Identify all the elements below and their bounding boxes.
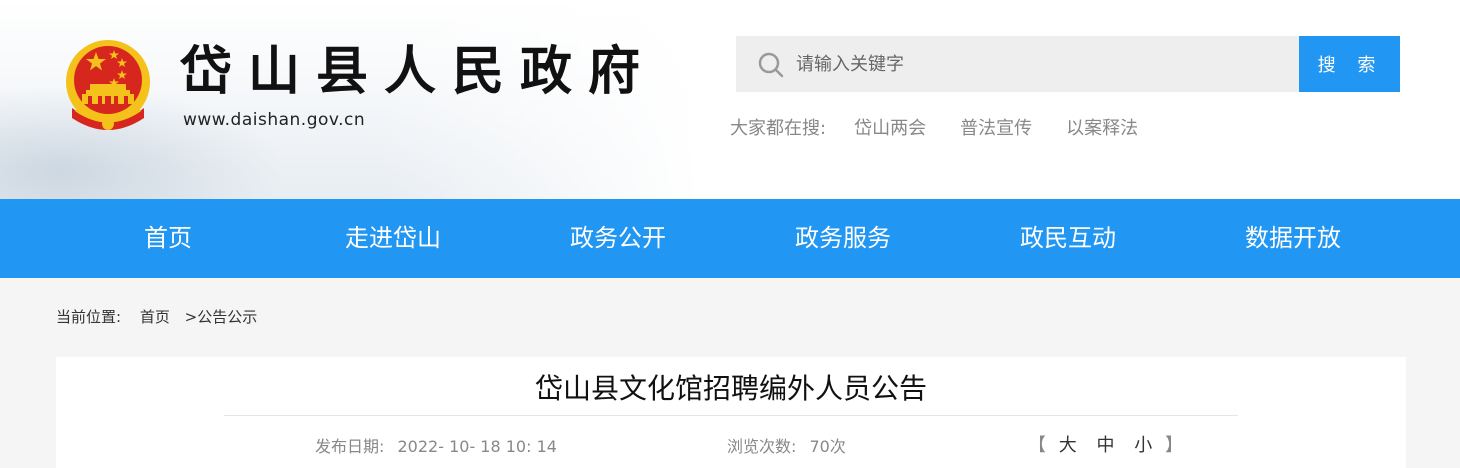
- nav-item-interaction[interactable]: 政民互动: [968, 199, 1168, 278]
- view-count-label: 浏览次数:: [727, 437, 797, 456]
- search-icon: [758, 52, 784, 78]
- breadcrumb-home-link[interactable]: 首页: [140, 308, 170, 326]
- site-title: 岱山县人民政府: [180, 42, 657, 102]
- article-panel: 岱山县文化馆招聘编外人员公告 发布日期: 2022- 10- 18 10: 14…: [56, 357, 1406, 468]
- font-size-small-button[interactable]: 小: [1134, 435, 1152, 456]
- publish-date: 发布日期: 2022- 10- 18 10: 14: [315, 433, 557, 457]
- publish-date-label: 发布日期:: [315, 437, 385, 456]
- hot-searches-label: 大家都在搜:: [730, 118, 827, 139]
- search-input[interactable]: [796, 36, 1286, 92]
- nav-item-about[interactable]: 走进岱山: [293, 199, 493, 278]
- search-button[interactable]: 搜 索: [1299, 36, 1400, 92]
- hot-searches: 大家都在搜: 岱山两会 普法宣传 以案释法: [730, 114, 1172, 140]
- nav-item-gov-services[interactable]: 政务服务: [743, 199, 943, 278]
- breadcrumb: 当前位置: 首页 >公告公示: [56, 306, 271, 327]
- site-url: www.daishan.gov.cn: [183, 110, 366, 130]
- font-size-medium-button[interactable]: 中: [1096, 435, 1114, 456]
- hot-search-link[interactable]: 岱山两会: [854, 114, 926, 140]
- hot-search-link[interactable]: 普法宣传: [960, 114, 1032, 140]
- national-emblem-icon: [66, 40, 150, 130]
- site-header: 岱山县人民政府 www.daishan.gov.cn 搜 索 大家都在搜: 岱山…: [0, 0, 1460, 199]
- font-size-bracket-close: 】: [1164, 435, 1183, 456]
- nav-item-gov-affairs[interactable]: 政务公开: [518, 199, 718, 278]
- font-size-bracket-open: 【: [1028, 435, 1046, 456]
- breadcrumb-current[interactable]: >公告公示: [185, 308, 258, 326]
- font-size-large-button[interactable]: 大: [1059, 435, 1077, 456]
- breadcrumb-label: 当前位置:: [56, 308, 122, 326]
- divider: [224, 415, 1238, 416]
- search-box: [736, 36, 1299, 92]
- nav-item-open-data[interactable]: 数据开放: [1193, 199, 1393, 278]
- view-count-value: 70次: [809, 437, 846, 456]
- article-title: 岱山县文化馆招聘编外人员公告: [534, 372, 927, 405]
- nav-item-home[interactable]: 首页: [68, 199, 268, 278]
- main-nav: 首页 走进岱山 政务公开 政务服务 政民互动 数据开放: [0, 199, 1460, 278]
- publish-date-value: 2022- 10- 18 10: 14: [397, 437, 557, 456]
- hot-search-link[interactable]: 以案释法: [1066, 114, 1138, 140]
- view-count: 浏览次数: 70次: [727, 433, 846, 457]
- font-size-control: 【 大 中 小 】: [1028, 431, 1183, 457]
